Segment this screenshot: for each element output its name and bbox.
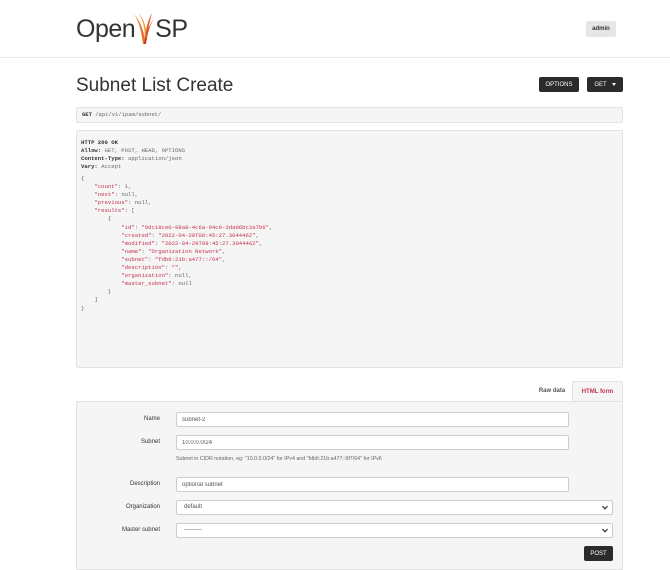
json-organization: null	[175, 272, 189, 280]
master-subnet-selected-value: ---------	[184, 527, 202, 533]
response-body: { "count": 1, "next": null, "previous": …	[81, 175, 273, 312]
json-description: ""	[171, 264, 179, 272]
header-name: Allow:	[81, 147, 102, 154]
options-button[interactable]: OPTIONS	[539, 77, 579, 92]
caret-down-icon	[611, 83, 616, 86]
header-value: GET, POST, HEAD, OPTIONS	[104, 147, 186, 154]
page-title: Subnet List Create	[76, 75, 234, 96]
master-subnet-select[interactable]: ---------	[176, 523, 613, 538]
json-created: "2022-04-29T08:45:27.304446Z"	[158, 231, 256, 239]
header-name: Vary:	[81, 163, 98, 170]
openwisp-logo[interactable]: Open SP	[76, 7, 188, 51]
json-count: 1	[124, 183, 129, 191]
json-master-subnet: null	[178, 280, 192, 288]
logo-text-open: Open	[76, 15, 136, 43]
top-navbar: Open SP admin	[0, 0, 670, 58]
request-path: /api/v1/ipam/subnet/	[95, 111, 162, 118]
name-label: Name	[143, 416, 160, 422]
user-menu-button[interactable]: admin	[586, 21, 616, 37]
request-info: GET /api/v1/ipam/subnet/	[76, 107, 623, 123]
master-subnet-label: Master subnet	[121, 527, 160, 533]
get-button[interactable]: GET	[587, 77, 623, 92]
json-previous: null	[134, 199, 149, 207]
response-info: HTTP 200 OK Allow: GET, POST, HEAD, OPTI…	[76, 130, 623, 368]
json-modified: "2022-04-29T08:45:27.304446Z"	[161, 239, 259, 247]
organization-label: Organization	[125, 504, 160, 510]
tab-raw-data[interactable]: Raw data	[533, 381, 571, 401]
logo-text-isp: SP	[155, 15, 188, 43]
name-field[interactable]	[176, 412, 569, 427]
subnet-help-text: Subnet in CIDR notation, eg: "10.0.0.0/2…	[176, 456, 382, 462]
json-name: "Organization Network"	[148, 247, 223, 255]
response-status: HTTP 200 OK	[81, 139, 118, 146]
organization-selected-value: default	[184, 504, 203, 510]
subnet-label: Subnet	[140, 439, 160, 445]
post-button[interactable]: POST	[584, 546, 613, 561]
header-value: Accept	[101, 163, 122, 170]
json-subnet: "fdb6:21b:a477::/64"	[154, 255, 223, 263]
header-name: Content-Type:	[81, 155, 125, 162]
get-button-label: GET	[594, 81, 607, 88]
chevron-down-icon	[602, 505, 608, 510]
request-method: GET	[82, 111, 92, 118]
description-field[interactable]	[176, 477, 569, 492]
chevron-down-icon	[602, 528, 608, 533]
header-value: application/json	[128, 155, 182, 162]
tab-html-form[interactable]: HTML form	[572, 381, 623, 401]
json-next: null	[121, 191, 135, 199]
json-id: "9dc18ce0-98a8-4c6a-94c9-3da06bc3a7b6"	[141, 223, 270, 231]
description-label: Description	[129, 481, 160, 487]
organization-select[interactable]: default	[176, 500, 613, 515]
subnet-field[interactable]	[176, 435, 569, 450]
